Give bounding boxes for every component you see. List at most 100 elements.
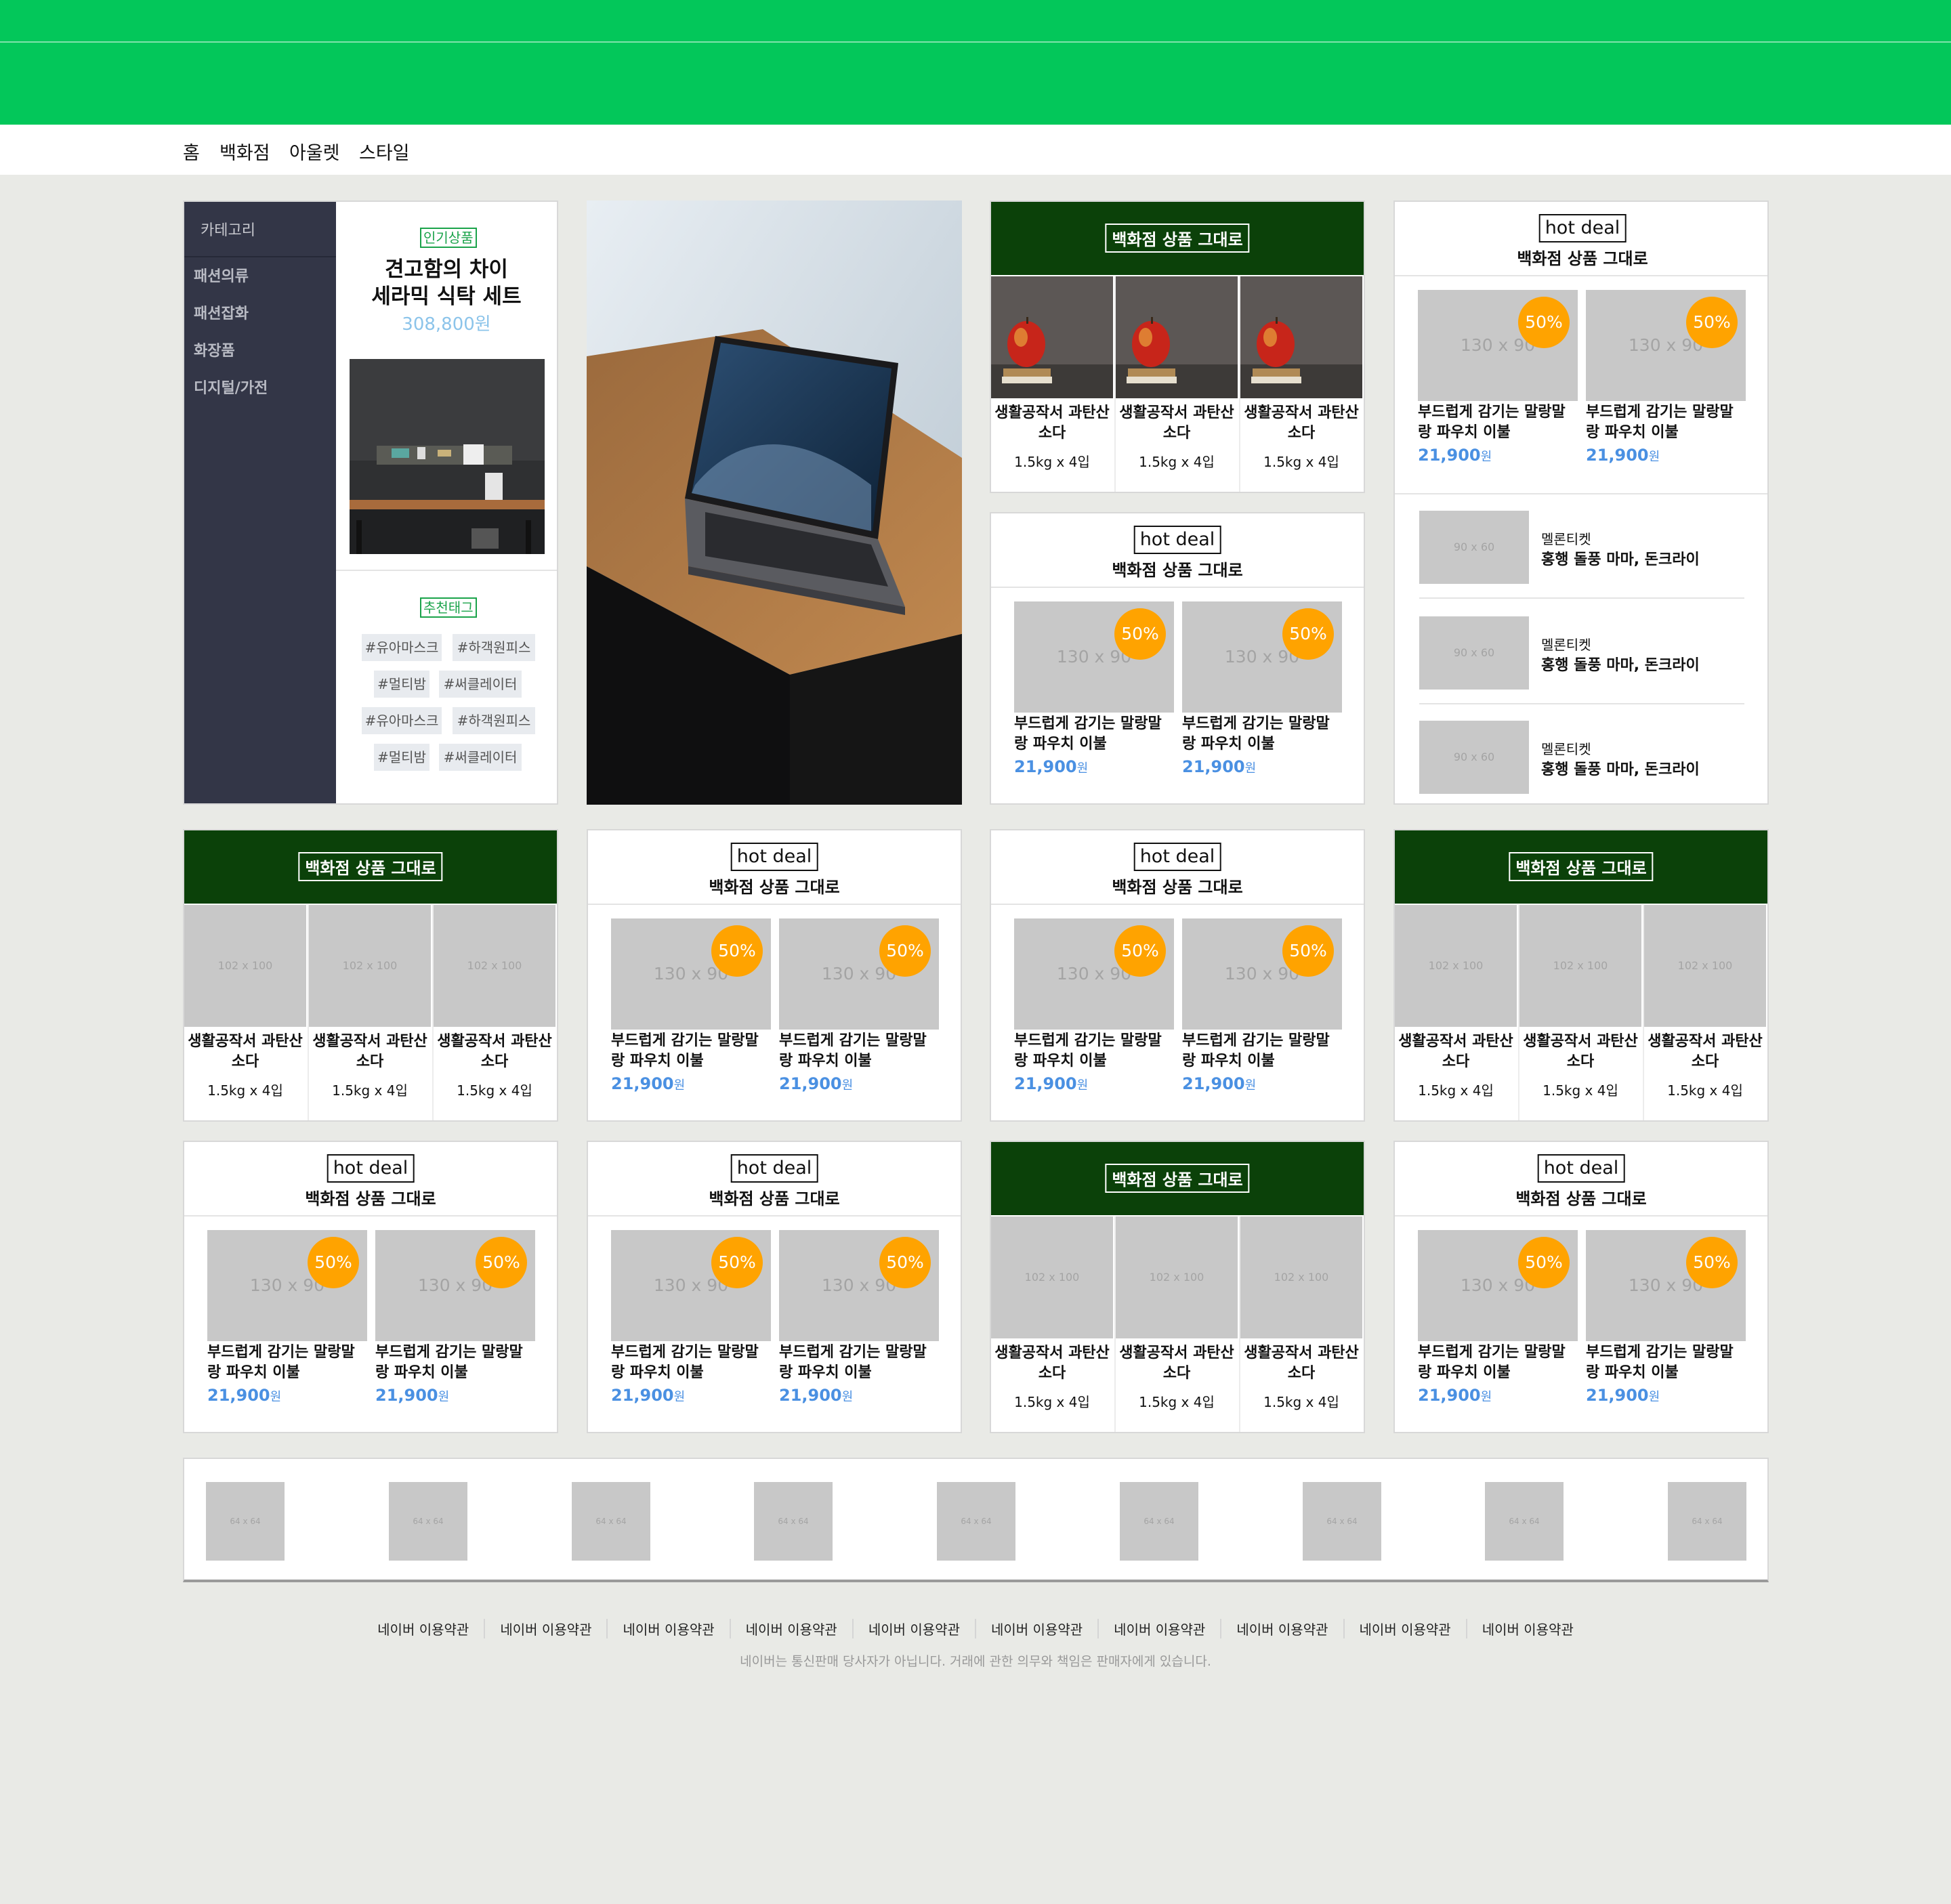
nav-home[interactable]: 홈 xyxy=(183,138,200,165)
mellon-ticket-item[interactable]: 90 x 60 멜론티켓 홍행 돌풍 마마, 돈크라이 xyxy=(1419,599,1767,704)
deal-card[interactable]: 130 x 90 50% 부드럽게 감기는 말랑말랑 파우치 이불 21,900원 xyxy=(375,1230,535,1420)
hot-deal-subtitle: 백화점 상품 그대로 xyxy=(709,1189,840,1208)
product-qty: 1.5kg x 4입 xyxy=(1418,1082,1494,1099)
deal-card[interactable]: 130 x 90 50% 부드럽게 감기는 말랑말랑 파우치 이불 21,900원 xyxy=(1418,290,1578,480)
partner-logo[interactable]: 64 x 64 xyxy=(206,1482,285,1561)
deal-card[interactable]: 130 x 90 50% 부드럽게 감기는 말랑말랑 파우치 이불 21,900원 xyxy=(207,1230,367,1420)
discount-badge: 50% xyxy=(1518,297,1570,348)
footer-link[interactable]: 네이버 이용약관 xyxy=(975,1619,1097,1638)
nav-department[interactable]: 백화점 xyxy=(219,138,270,165)
deal-card[interactable]: 130 x 90 50% 부드럽게 감기는 말랑말랑 파우치 이불 21,900원 xyxy=(1586,290,1746,480)
product-name: 생활공작서 과탄산 소다 xyxy=(188,1033,303,1070)
mellon-title: 멜론티켓 xyxy=(1541,531,1591,547)
footer-link[interactable]: 네이버 이용약관 xyxy=(729,1619,852,1638)
product-thumbnail: 102 x 100 xyxy=(1519,905,1641,1027)
discount-badge: 50% xyxy=(879,1237,931,1288)
deal-price: 21,900원 xyxy=(779,1074,853,1093)
footer-links: 네이버 이용약관 네이버 이용약관 네이버 이용약관 네이버 이용약관 네이버 이용약관… xyxy=(0,1619,1951,1638)
deal-card[interactable]: 130 x 90 50% 부드럽게 감기는 말랑말랑 파우치 이불 21,900원 xyxy=(611,1230,771,1420)
mellon-thumbnail: 90 x 60 xyxy=(1419,616,1529,690)
category-item-accessories[interactable]: 패션잡화 xyxy=(194,301,249,323)
footer-link[interactable]: 네이버 이용약관 xyxy=(362,1619,484,1638)
deal-card[interactable]: 130 x 90 50% 부드럽게 감기는 말랑말랑 파우치 이불 21,900원 xyxy=(779,1230,939,1420)
popular-title[interactable]: 견고함의 차이 세라믹 식탁 세트 xyxy=(336,256,557,310)
popular-product-image[interactable] xyxy=(350,359,545,554)
product-qty: 1.5kg x 4입 xyxy=(1014,454,1090,470)
category-item-digital[interactable]: 디지털/가전 xyxy=(194,376,268,398)
tag-item[interactable]: #하객원피스 xyxy=(453,707,535,734)
footer-link[interactable]: 네이버 이용약관 xyxy=(606,1619,729,1638)
partner-logo[interactable]: 64 x 64 xyxy=(1668,1482,1746,1561)
product-card[interactable]: 102 x 100 생활공작서 과탄산 소다 1.5kg x 4입 xyxy=(434,905,555,1120)
tag-item[interactable]: #유아마스크 xyxy=(362,634,442,661)
product-thumbnail: 102 x 100 xyxy=(991,1217,1113,1338)
category-item-cosmetics[interactable]: 화장품 xyxy=(194,339,235,360)
category-sidebar: 카테고리 패션의류 패션잡화 화장품 디지털/가전 xyxy=(184,202,336,803)
dept-apple-box: 백화점 상품 그대로 생활공작서 과탄산 소다 1.5kg x 4입 생활공작서… xyxy=(990,200,1365,493)
product-qty: 1.5kg x 4입 xyxy=(207,1082,283,1099)
deal-card[interactable]: 130 x 90 50% 부드럽게 감기는 말랑말랑 파우치 이불 21,900원 xyxy=(611,918,771,1108)
deal-name: 부드럽게 감기는 말랑말랑 파우치 이불 xyxy=(611,1344,759,1381)
deal-card[interactable]: 130 x 90 50% 부드럽게 감기는 말랑말랑 파우치 이불 21,900원 xyxy=(1586,1230,1746,1420)
mellon-thumbnail: 90 x 60 xyxy=(1419,511,1529,584)
footer-link[interactable]: 네이버 이용약관 xyxy=(484,1619,606,1638)
hot-deal-label: hot deal xyxy=(327,1154,415,1183)
product-thumbnail: 102 x 100 xyxy=(309,905,431,1027)
discount-badge: 50% xyxy=(1114,925,1166,977)
tag-item[interactable]: #유아마스크 xyxy=(362,707,442,734)
product-card[interactable]: 102 x 100 생활공작서 과탄산 소다 1.5kg x 4입 xyxy=(1519,905,1641,1120)
partner-logo-strip: 64 x 64 64 x 64 64 x 64 64 x 64 64 x 64 … xyxy=(183,1458,1769,1582)
deal-price-value: 21,900 xyxy=(779,1074,842,1093)
deal-price-value: 21,900 xyxy=(779,1386,842,1405)
partner-logo[interactable]: 64 x 64 xyxy=(1485,1482,1564,1561)
deal-card[interactable]: 130 x 90 50% 부드럽게 감기는 말랑말랑 파우치 이불 21,900원 xyxy=(1182,601,1342,791)
partner-logo[interactable]: 64 x 64 xyxy=(937,1482,1015,1561)
product-card[interactable]: 102 x 100 생활공작서 과탄산 소다 1.5kg x 4입 xyxy=(1644,905,1766,1120)
mellon-ticket-item[interactable]: 90 x 60 멜론티켓 홍행 돌풍 마마, 돈크라이 xyxy=(1419,703,1767,803)
deal-card[interactable]: 130 x 90 50% 부드럽게 감기는 말랑말랑 파우치 이불 21,900원 xyxy=(1014,918,1174,1108)
tag-item[interactable]: #멀티밤 xyxy=(374,744,429,771)
tag-item[interactable]: #멀티밤 xyxy=(374,671,429,698)
tag-item[interactable]: #하객원피스 xyxy=(453,634,535,661)
hot-deal-label: hot deal xyxy=(730,1154,818,1183)
product-card[interactable]: 생활공작서 과탄산 소다 1.5kg x 4입 xyxy=(991,276,1113,492)
deal-card[interactable]: 130 x 90 50% 부드럽게 감기는 말랑말랑 파우치 이불 21,900원 xyxy=(1418,1230,1578,1420)
tag-item[interactable]: #써클레이터 xyxy=(439,671,522,698)
product-card[interactable]: 생활공작서 과탄산 소다 1.5kg x 4입 xyxy=(1240,276,1362,492)
partner-logo[interactable]: 64 x 64 xyxy=(754,1482,833,1561)
deal-price: 21,900원 xyxy=(1014,757,1088,776)
footer-link[interactable]: 네이버 이용약관 xyxy=(1465,1619,1589,1638)
product-card[interactable]: 생활공작서 과탄산 소다 1.5kg x 4입 xyxy=(1116,276,1238,492)
partner-logo[interactable]: 64 x 64 xyxy=(572,1482,650,1561)
laptop-banner-image[interactable] xyxy=(587,200,962,805)
partner-logo[interactable]: 64 x 64 xyxy=(1120,1482,1198,1561)
deal-card[interactable]: 130 x 90 50% 부드럽게 감기는 말랑말랑 파우치 이불 21,900원 xyxy=(1182,918,1342,1108)
deal-price-unit: 원 xyxy=(841,1078,854,1093)
nav-outlet[interactable]: 아울렛 xyxy=(289,138,340,165)
product-card[interactable]: 102 x 100 생활공작서 과탄산 소다 1.5kg x 4입 xyxy=(1116,1217,1238,1432)
tags-badge: 추천태그 xyxy=(420,597,477,618)
product-card[interactable]: 102 x 100 생활공작서 과탄산 소다 1.5kg x 4입 xyxy=(309,905,431,1120)
footer-link[interactable]: 네이버 이용약관 xyxy=(1220,1619,1343,1638)
product-name: 생활공작서 과탄산 소다 xyxy=(1119,1345,1234,1382)
discount-badge: 50% xyxy=(879,925,931,977)
deal-price-unit: 원 xyxy=(1244,1078,1257,1093)
category-item-fashion[interactable]: 패션의류 xyxy=(194,264,249,286)
product-card[interactable]: 102 x 100 생활공작서 과탄산 소다 1.5kg x 4입 xyxy=(991,1217,1113,1432)
deal-card[interactable]: 130 x 90 50% 부드럽게 감기는 말랑말랑 파우치 이불 21,900원 xyxy=(779,918,939,1108)
product-card[interactable]: 102 x 100 생활공작서 과탄산 소다 1.5kg x 4입 xyxy=(1395,905,1517,1120)
partner-logo[interactable]: 64 x 64 xyxy=(1303,1482,1381,1561)
nav-style[interactable]: 스타일 xyxy=(359,138,410,165)
footer-link[interactable]: 네이버 이용약관 xyxy=(1343,1619,1466,1638)
footer-link[interactable]: 네이버 이용약관 xyxy=(852,1619,975,1638)
tag-item[interactable]: #써클레이터 xyxy=(439,744,522,771)
mellon-ticket-item[interactable]: 90 x 60 멜론티켓 홍행 돌풍 마마, 돈크라이 xyxy=(1419,493,1767,599)
product-card[interactable]: 102 x 100 생활공작서 과탄산 소다 1.5kg x 4입 xyxy=(184,905,306,1120)
deal-card[interactable]: 130 x 90 50% 부드럽게 감기는 말랑말랑 파우치 이불 21,900원 xyxy=(1014,601,1174,791)
mellon-subtitle: 홍행 돌풍 마마, 돈크라이 xyxy=(1541,551,1700,568)
main-nav: 홈 백화점 아울렛 스타일 xyxy=(0,125,1951,175)
hot-deal-box: hot deal 백화점 상품 그대로 130 x 90 50% 부드럽게 감기는 말랑… xyxy=(1393,1141,1769,1433)
product-card[interactable]: 102 x 100 생활공작서 과탄산 소다 1.5kg x 4입 xyxy=(1240,1217,1362,1432)
partner-logo[interactable]: 64 x 64 xyxy=(389,1482,467,1561)
footer-link[interactable]: 네이버 이용약관 xyxy=(1097,1619,1220,1638)
